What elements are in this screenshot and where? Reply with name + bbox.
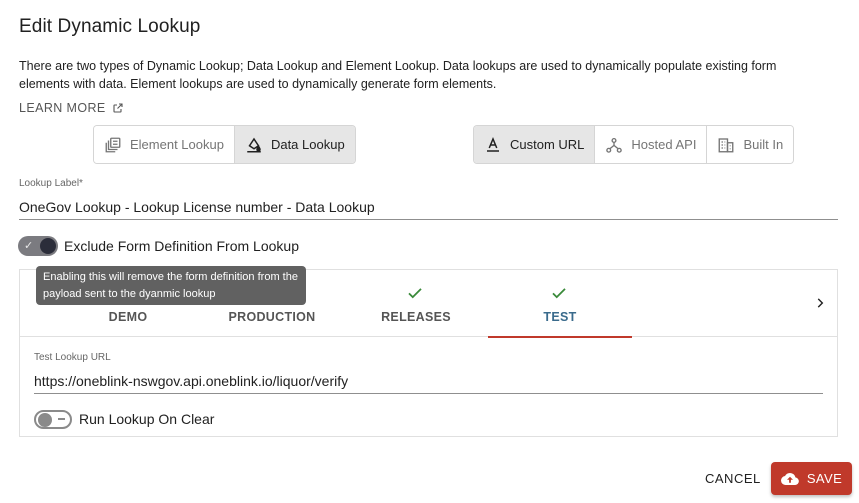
tab-releases-label: RELEASES xyxy=(381,310,451,324)
minus-icon xyxy=(58,418,65,420)
dialog-description: There are two types of Dynamic Lookup; D… xyxy=(19,59,777,91)
tab-releases[interactable]: RELEASES xyxy=(344,270,488,337)
test-lookup-url-input[interactable] xyxy=(34,372,823,394)
active-tab-indicator xyxy=(488,336,632,338)
lookup-label-input[interactable] xyxy=(19,199,838,220)
check-icon xyxy=(408,288,422,299)
edit-dynamic-lookup-dialog: Edit Dynamic Lookup There are two types … xyxy=(0,0,859,503)
custom-url-label: Custom URL xyxy=(510,137,585,152)
run-lookup-on-clear-label: Run Lookup On Clear xyxy=(79,411,215,427)
save-button[interactable]: SAVE xyxy=(771,462,852,495)
switch-knob xyxy=(40,238,56,254)
exclude-form-definition-label: Exclude Form Definition From Lookup xyxy=(64,238,299,254)
element-lookup-icon xyxy=(105,137,121,152)
check-icon xyxy=(552,288,566,299)
lookup-label-field-label: Lookup Label* xyxy=(19,178,83,189)
exclude-form-definition-tooltip: Enabling this will remove the form defin… xyxy=(36,266,306,305)
built-in-icon xyxy=(719,137,734,152)
learn-more-link[interactable]: LEARN MORE xyxy=(19,101,124,115)
hosted-api-label: Hosted API xyxy=(631,137,697,152)
external-link-icon xyxy=(113,103,123,113)
data-lookup-label: Data Lookup xyxy=(270,137,345,152)
custom-url-button[interactable]: Custom URL xyxy=(474,126,596,163)
learn-more-label: LEARN MORE xyxy=(19,101,106,115)
element-lookup-button[interactable]: Element Lookup xyxy=(94,126,235,163)
cancel-button[interactable]: CANCEL xyxy=(697,463,769,493)
cloud-upload-icon xyxy=(780,472,799,485)
element-lookup-label: Element Lookup xyxy=(130,137,224,152)
tab-test[interactable]: TEST xyxy=(488,270,632,338)
tab-demo-label: DEMO xyxy=(108,310,148,324)
switch-knob xyxy=(38,413,52,427)
lookup-type-toggle-group: Element Lookup Data Lookup xyxy=(93,125,356,164)
test-lookup-url-label: Test Lookup URL xyxy=(34,352,111,363)
save-label: SAVE xyxy=(806,471,843,486)
data-lookup-icon xyxy=(247,137,261,152)
built-in-label: Built In xyxy=(743,137,784,152)
dialog-title: Edit Dynamic Lookup xyxy=(19,16,201,37)
hosted-api-icon xyxy=(606,137,623,153)
lookup-source-toggle-group: Custom URL Hosted API Built In xyxy=(473,125,795,164)
run-lookup-on-clear-switch[interactable] xyxy=(34,410,72,429)
hosted-api-button[interactable]: Hosted API xyxy=(595,126,708,163)
tab-production-label: PRODUCTION xyxy=(228,310,316,324)
built-in-button[interactable]: Built In xyxy=(707,126,794,163)
custom-url-icon xyxy=(487,136,499,152)
exclude-form-definition-switch[interactable]: ✓ xyxy=(18,236,58,256)
data-lookup-button[interactable]: Data Lookup xyxy=(234,126,355,163)
check-icon: ✓ xyxy=(24,240,34,252)
chevron-right-icon[interactable] xyxy=(813,294,827,312)
tab-test-label: TEST xyxy=(543,310,577,324)
